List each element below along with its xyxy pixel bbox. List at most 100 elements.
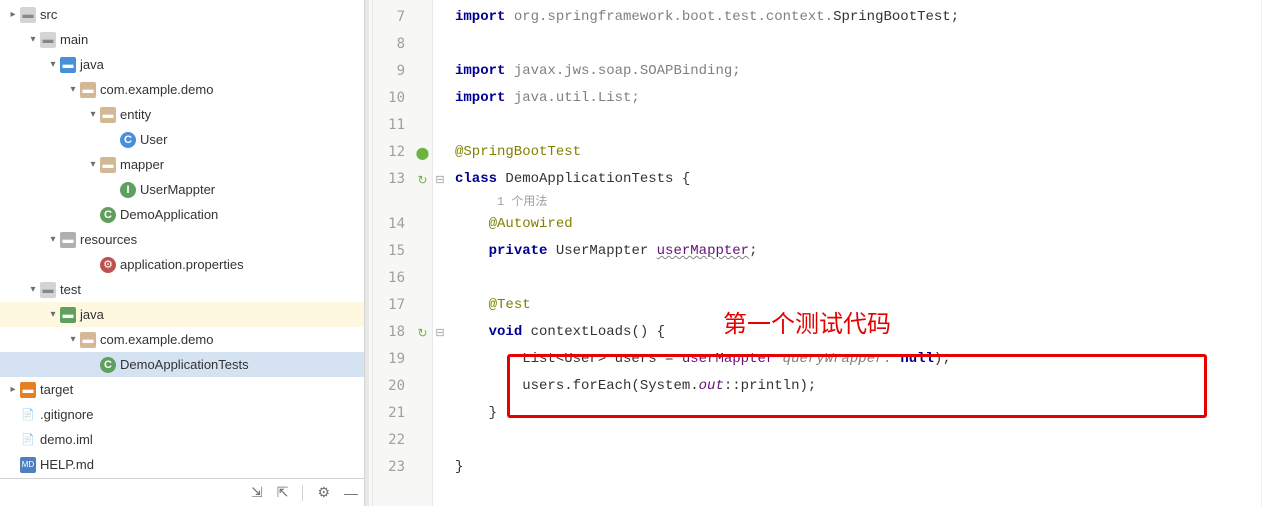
tree-item[interactable]: ▬java — [0, 52, 364, 77]
fold-cell[interactable] — [433, 400, 447, 427]
line-number: 11 — [373, 112, 405, 139]
fold-cell[interactable] — [433, 427, 447, 454]
tree-item[interactable]: CUser — [0, 127, 364, 152]
tree-item[interactable]: ▬entity — [0, 102, 364, 127]
gutter-cell — [413, 292, 432, 319]
fold-cell[interactable] — [433, 292, 447, 319]
hide-icon[interactable]: — — [344, 485, 358, 501]
tree-item[interactable]: ▬com.example.demo — [0, 77, 364, 102]
run-icon[interactable]: ↻ — [417, 326, 427, 340]
chevron-icon[interactable] — [6, 458, 20, 472]
tree-item[interactable]: CDemoApplication — [0, 202, 364, 227]
chevron-icon[interactable] — [86, 358, 100, 372]
tree-item-label: User — [140, 132, 167, 147]
chevron-icon[interactable] — [6, 383, 20, 397]
collapse-all-icon[interactable]: ⇱ — [277, 484, 289, 501]
tree-item-label: target — [40, 382, 73, 397]
code-editor[interactable]: 7891011121314151617181920212223 ⬤↻↻ ⊟⊟ i… — [365, 0, 1275, 506]
chevron-icon[interactable] — [66, 83, 80, 97]
folder-gray-icon: ▬ — [20, 7, 36, 23]
line-number: 20 — [373, 373, 405, 400]
folder-orange-icon: ▬ — [20, 382, 36, 398]
expand-all-icon[interactable]: ⇲ — [251, 484, 263, 501]
fold-cell[interactable] — [433, 112, 447, 139]
chevron-icon[interactable] — [46, 58, 60, 72]
fold-cell[interactable] — [433, 373, 447, 400]
chevron-icon[interactable] — [6, 408, 20, 422]
chevron-icon[interactable] — [86, 108, 100, 122]
fold-cell[interactable] — [433, 454, 447, 481]
fold-cell[interactable] — [433, 85, 447, 112]
gutter-cell — [413, 31, 432, 58]
chevron-icon[interactable] — [86, 208, 100, 222]
gutter-cell — [413, 85, 432, 112]
project-tree[interactable]: ▬src▬main▬java▬com.example.demo▬entityCU… — [0, 0, 364, 478]
fold-cell[interactable] — [433, 139, 447, 166]
fold-cell[interactable] — [433, 193, 447, 211]
chevron-icon[interactable] — [86, 158, 100, 172]
chevron-icon[interactable] — [26, 283, 40, 297]
gutter-cell — [413, 211, 432, 238]
chevron-icon[interactable] — [6, 8, 20, 22]
tree-item-label: com.example.demo — [100, 82, 213, 97]
fold-cell[interactable] — [433, 265, 447, 292]
run-icon[interactable]: ↻ — [417, 173, 427, 187]
tree-item[interactable]: ▬test — [0, 277, 364, 302]
separator — [302, 485, 303, 501]
fold-cell[interactable] — [433, 31, 447, 58]
editor-scrollbar[interactable] — [1261, 0, 1275, 506]
gutter-icons: ⬤↻↻ — [413, 0, 433, 506]
tree-item[interactable]: CDemoApplicationTests — [0, 352, 364, 377]
annotation-label: 第一个测试代码 — [723, 304, 891, 339]
line-number: 14 — [373, 211, 405, 238]
code-line — [455, 427, 1261, 454]
tree-item[interactable]: 📄.gitignore — [0, 402, 364, 427]
code-line: import java.util.List; — [455, 85, 1261, 112]
fold-column[interactable]: ⊟⊟ — [433, 0, 447, 506]
tree-item-label: java — [80, 307, 104, 322]
gutter-cell: ↻ — [413, 319, 432, 346]
tree-item[interactable]: MDHELP.md — [0, 452, 364, 477]
chevron-icon[interactable] — [106, 133, 120, 147]
chevron-icon[interactable] — [46, 233, 60, 247]
line-number: 22 — [373, 427, 405, 454]
chevron-icon[interactable] — [6, 433, 20, 447]
chevron-icon[interactable] — [46, 308, 60, 322]
folder-green-icon: ▬ — [60, 307, 76, 323]
tree-item[interactable]: 📄demo.iml — [0, 427, 364, 452]
code-area[interactable]: import org.springframework.boot.test.con… — [447, 0, 1261, 506]
folder-gray-icon: ▬ — [40, 32, 56, 48]
project-tree-sidebar: ▬src▬main▬java▬com.example.demo▬entityCU… — [0, 0, 365, 506]
fold-cell[interactable] — [433, 238, 447, 265]
tree-item-label: test — [60, 282, 81, 297]
settings-icon[interactable]: ⚙ — [317, 484, 330, 501]
sidebar-toolbar: ⇲ ⇱ ⚙ — — [0, 478, 364, 506]
tree-item[interactable]: ▬ java — [0, 302, 364, 327]
fold-cell[interactable] — [433, 4, 447, 31]
chevron-icon[interactable] — [26, 33, 40, 47]
fold-cell[interactable] — [433, 346, 447, 373]
chevron-icon[interactable] — [66, 333, 80, 347]
fold-cell[interactable]: ⊟ — [433, 319, 447, 346]
chevron-icon[interactable] — [106, 183, 120, 197]
tree-item-label: mapper — [120, 157, 164, 172]
line-number: 23 — [373, 454, 405, 481]
tree-item[interactable]: ▬src — [0, 2, 364, 27]
fold-cell[interactable]: ⊟ — [433, 166, 447, 193]
chevron-icon[interactable] — [86, 258, 100, 272]
code-line — [455, 31, 1261, 58]
tree-item[interactable]: IUserMappter — [0, 177, 364, 202]
usage-hint[interactable]: 1 个用法 — [455, 193, 1261, 211]
fold-cell[interactable] — [433, 211, 447, 238]
tree-item[interactable]: ▬resources — [0, 227, 364, 252]
gutter-cell — [413, 373, 432, 400]
file-icon: 📄 — [20, 407, 36, 423]
tree-item[interactable]: ▬mapper — [0, 152, 364, 177]
tree-item[interactable]: ▬ target — [0, 377, 364, 402]
line-numbers: 7891011121314151617181920212223 — [373, 0, 413, 506]
tree-item[interactable]: ▬main — [0, 27, 364, 52]
tree-item[interactable]: ⚙application.properties — [0, 252, 364, 277]
tree-item[interactable]: ▬com.example.demo — [0, 327, 364, 352]
line-number: 8 — [373, 31, 405, 58]
fold-cell[interactable] — [433, 58, 447, 85]
